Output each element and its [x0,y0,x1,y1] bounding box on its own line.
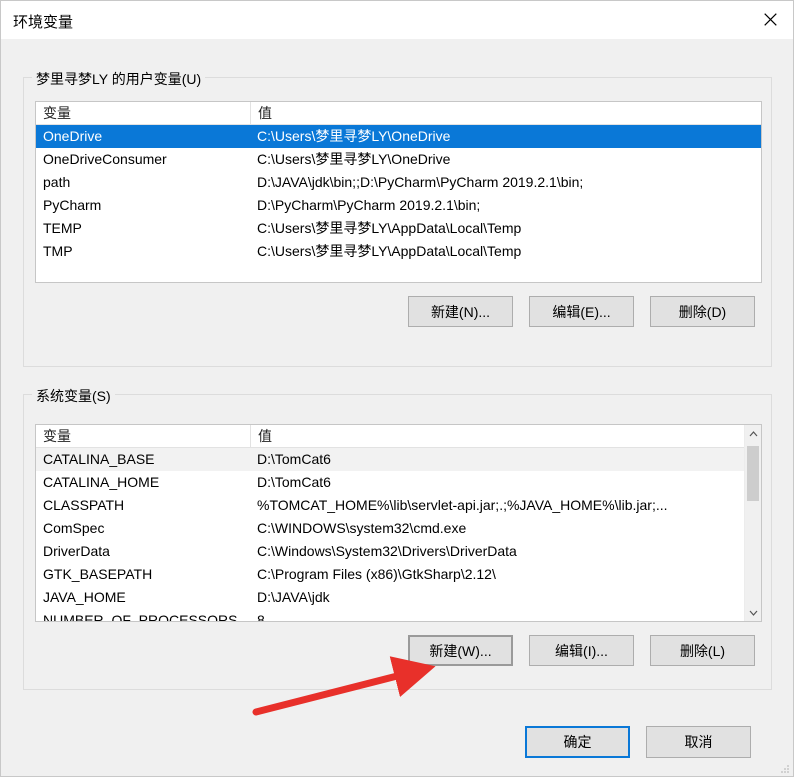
table-row[interactable]: PyCharm D:\PyCharm\PyCharm 2019.2.1\bin; [36,194,761,217]
variable-value: %TOMCAT_HOME%\lib\servlet-api.jar;.;%JAV… [257,497,668,513]
user-column-header-variable[interactable]: 变量 [36,102,250,124]
variable-value: D:\TomCat6 [257,474,331,490]
table-row[interactable]: OneDrive C:\Users\梦里寻梦LY\OneDrive [36,125,761,148]
system-delete-button[interactable]: 删除(L) [650,635,755,666]
variable-value: C:\WINDOWS\system32\cmd.exe [257,520,467,536]
user-delete-button[interactable]: 删除(D) [650,296,755,327]
variable-name: OneDrive [43,128,103,144]
variable-name: TMP [43,243,73,259]
table-row[interactable]: NUMBER_OF_PROCESSORS 8 [36,609,744,621]
variable-name: CATALINA_BASE [43,451,155,467]
variable-value: D:\PyCharm\PyCharm 2019.2.1\bin; [257,197,481,213]
close-icon[interactable] [747,1,793,38]
system-new-button[interactable]: 新建(W)... [408,635,513,666]
variable-value: 8 [257,612,265,621]
system-variables-label: 系统变量(S) [32,386,115,406]
variable-name: CLASSPATH [43,497,125,513]
user-variables-group: 梦里寻梦LY 的用户变量(U) 变量 值 OneDrive C:\Users\梦… [23,69,772,367]
variable-name: TEMP [43,220,82,236]
table-row[interactable]: OneDriveConsumer C:\Users\梦里寻梦LY\OneDriv… [36,148,761,171]
variable-name: PyCharm [43,197,102,213]
variable-name: NUMBER_OF_PROCESSORS [43,612,238,621]
user-variables-list[interactable]: 变量 值 OneDrive C:\Users\梦里寻梦LY\OneDrive O… [35,101,762,283]
variable-name: JAVA_HOME [43,589,126,605]
ok-button[interactable]: 确定 [525,726,630,758]
variable-value: C:\Users\梦里寻梦LY\AppData\Local\Temp [257,220,522,236]
table-row[interactable]: TEMP C:\Users\梦里寻梦LY\AppData\Local\Temp [36,217,761,240]
system-column-header-value[interactable]: 值 [250,425,746,447]
variable-name: DriverData [43,543,110,559]
table-row[interactable]: ComSpec C:\WINDOWS\system32\cmd.exe [36,517,744,540]
table-row[interactable]: DriverData C:\Windows\System32\Drivers\D… [36,540,744,563]
user-new-button[interactable]: 新建(N)... [408,296,513,327]
system-variables-group: 系统变量(S) 变量 值 CATALINA_BASE D:\TomCat6 CA… [23,386,772,690]
title-bar: 环境变量 [1,1,793,39]
table-row[interactable]: CLASSPATH %TOMCAT_HOME%\lib\servlet-api.… [36,494,744,517]
variable-value: C:\Windows\System32\Drivers\DriverData [257,543,517,559]
variable-name: path [43,174,71,190]
table-row[interactable]: JAVA_HOME D:\JAVA\jdk [36,586,744,609]
table-row[interactable]: CATALINA_BASE D:\TomCat6 [36,448,744,471]
variable-name: ComSpec [43,520,105,536]
variable-value: C:\Program Files (x86)\GtkSharp\2.12\ [257,566,496,582]
resize-grip[interactable] [778,761,790,773]
environment-variables-dialog: 环境变量 梦里寻梦LY 的用户变量(U) 变量 值 OneDrive C:\Us… [0,0,794,777]
chevron-down-icon[interactable] [745,604,761,621]
user-variables-label: 梦里寻梦LY 的用户变量(U) [32,69,206,89]
variable-value: D:\JAVA\jdk [257,589,330,605]
system-list-header: 变量 值 [36,425,761,448]
system-edit-button[interactable]: 编辑(I)... [529,635,634,666]
variable-value: C:\Users\梦里寻梦LY\OneDrive [257,128,451,144]
variable-value: D:\TomCat6 [257,451,331,467]
user-edit-button[interactable]: 编辑(E)... [529,296,634,327]
table-row[interactable]: path D:\JAVA\jdk\bin;;D:\PyCharm\PyCharm… [36,171,761,194]
system-list-scrollbar[interactable] [744,425,761,621]
system-column-header-variable[interactable]: 变量 [36,425,250,447]
page-title: 环境变量 [13,14,74,31]
variable-name: OneDriveConsumer [43,151,167,167]
chevron-up-icon[interactable] [745,425,761,442]
variable-value: C:\Users\梦里寻梦LY\AppData\Local\Temp [257,243,522,259]
system-variables-list[interactable]: 变量 值 CATALINA_BASE D:\TomCat6 CATALINA_H… [35,424,762,622]
cancel-button[interactable]: 取消 [646,726,751,758]
table-row[interactable]: TMP C:\Users\梦里寻梦LY\AppData\Local\Temp [36,240,761,263]
user-list-header: 变量 值 [36,102,761,125]
variable-name: CATALINA_HOME [43,474,160,490]
table-row[interactable]: GTK_BASEPATH C:\Program Files (x86)\GtkS… [36,563,744,586]
variable-value: C:\Users\梦里寻梦LY\OneDrive [257,151,451,167]
table-row[interactable]: CATALINA_HOME D:\TomCat6 [36,471,744,494]
variable-value: D:\JAVA\jdk\bin;;D:\PyCharm\PyCharm 2019… [257,174,584,190]
system-list-body: CATALINA_BASE D:\TomCat6 CATALINA_HOME D… [36,448,744,621]
scrollbar-thumb[interactable] [747,446,759,501]
variable-name: GTK_BASEPATH [43,566,153,582]
user-list-body: OneDrive C:\Users\梦里寻梦LY\OneDrive OneDri… [36,125,761,282]
user-column-header-value[interactable]: 值 [250,102,761,124]
